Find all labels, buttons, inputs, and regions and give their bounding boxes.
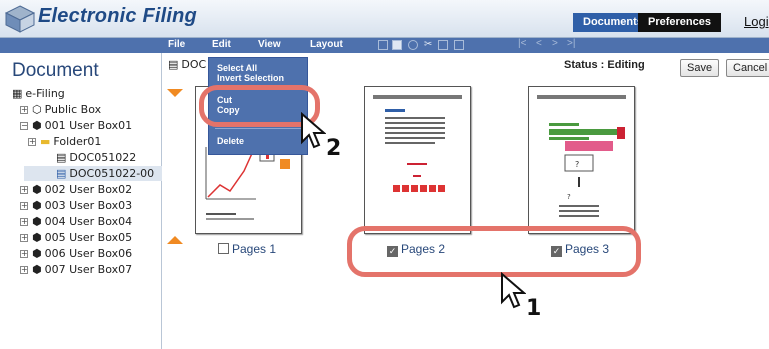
page-thumbnail-2[interactable] — [364, 86, 471, 234]
document-icon: ▤ — [168, 58, 179, 71]
collapse-icon[interactable]: − — [20, 122, 28, 130]
copy-icon[interactable] — [438, 40, 448, 50]
document-crumb: ▤ DOC — [168, 58, 207, 71]
svg-text:?: ? — [575, 160, 579, 169]
menu-separator — [215, 128, 303, 129]
user-box-icon: ⬢ — [32, 263, 42, 276]
status-text: Status : Editing — [564, 59, 645, 71]
cut-icon[interactable]: ✂ — [424, 40, 434, 50]
user-box-icon: ⬢ — [32, 119, 42, 132]
user-box-icon: ⬢ — [32, 199, 42, 212]
page-1-label[interactable]: Pages 1 — [218, 242, 276, 256]
tree-item-doc051022[interactable]: ▤ DOC051022 — [56, 150, 136, 165]
user-box-icon: ⬢ — [32, 183, 42, 196]
page-3-preview: ? ? — [537, 95, 626, 217]
tree-item-user-box06[interactable]: + ⬢ 006 User Box06 — [20, 246, 132, 261]
menu-edit[interactable]: Edit — [212, 39, 231, 50]
tree-item-user-box03[interactable]: + ⬢ 003 User Box03 — [20, 198, 132, 213]
tree-item-user-box04[interactable]: + ⬢ 004 User Box04 — [20, 214, 132, 229]
tree-item-user-box01[interactable]: − ⬢ 001 User Box01 — [20, 118, 132, 133]
tree-item-user-box02[interactable]: + ⬢ 002 User Box02 — [20, 182, 132, 197]
app-title: Electronic Filing — [38, 5, 197, 27]
expand-icon[interactable]: + — [20, 250, 28, 258]
sidebar-heading: Document — [12, 60, 99, 81]
mouse-pointer-icon — [501, 272, 526, 309]
scroll-down-arrow-icon[interactable] — [167, 89, 183, 97]
left-menubar-strip — [0, 38, 162, 53]
paste-icon[interactable] — [454, 40, 464, 50]
logout-link[interactable]: Logi — [744, 14, 769, 29]
user-box-icon: ⬢ — [32, 247, 42, 260]
tree-item-user-box05[interactable]: + ⬢ 005 User Box05 — [20, 230, 132, 245]
user-box-icon: ⬢ — [32, 231, 42, 244]
menu-delete[interactable]: Delete — [217, 136, 244, 146]
svg-text:?: ? — [567, 193, 571, 201]
expand-icon[interactable]: + — [20, 266, 28, 274]
thumbnail-view-icon[interactable] — [378, 40, 388, 50]
next-page-arrow[interactable]: > — [552, 38, 558, 49]
expand-icon[interactable]: + — [20, 218, 28, 226]
page-2-preview — [373, 95, 462, 192]
expand-icon[interactable]: + — [28, 138, 36, 146]
cancel-button[interactable]: Cancel — [726, 59, 769, 77]
efiling-icon: ▦ — [12, 87, 23, 100]
tree-item-doc051022-00[interactable]: ▤ DOC051022-00 — [24, 166, 162, 181]
page-thumbnail-3[interactable]: ? ? — [528, 86, 635, 234]
user-box-icon: ⬢ — [32, 215, 42, 228]
tree-item-folder01[interactable]: + ▬ Folder01 — [28, 134, 101, 149]
save-icon[interactable] — [392, 40, 402, 50]
document-icon: ▤ — [56, 167, 67, 180]
expand-icon[interactable]: + — [20, 186, 28, 194]
step-number-1: 1 — [526, 296, 542, 321]
first-page-arrow[interactable]: |< — [518, 38, 526, 49]
expand-icon[interactable]: + — [20, 202, 28, 210]
prev-page-arrow[interactable]: < — [536, 38, 542, 49]
mouse-pointer-icon — [301, 112, 326, 149]
menu-view[interactable]: View — [258, 39, 281, 50]
document-icon: ▤ — [56, 151, 67, 164]
tree-item-user-box07[interactable]: + ⬢ 007 User Box07 — [20, 262, 132, 277]
box-icon: ⬡ — [32, 103, 42, 116]
menu-select-all[interactable]: Select All — [217, 63, 257, 73]
tree-item-efiling[interactable]: ▦ e-Filing — [12, 86, 65, 101]
save-button[interactable]: Save — [680, 59, 720, 77]
folder-icon: ▬ — [40, 135, 51, 148]
globe-icon[interactable] — [408, 40, 418, 50]
efiling-logo-icon — [4, 5, 36, 33]
expand-icon[interactable]: + — [20, 234, 28, 242]
menubar: File Edit View Layout ✂ |< < > >| — [162, 38, 769, 53]
selected-pages-highlight — [347, 226, 641, 277]
page-1-checkbox[interactable] — [218, 243, 229, 254]
app-header: Electronic Filing Documents Preferences … — [0, 0, 769, 38]
expand-icon[interactable]: + — [20, 106, 28, 114]
tree-item-public-box[interactable]: + ⬡ Public Box — [20, 102, 101, 117]
last-page-arrow[interactable]: >| — [567, 38, 575, 49]
scroll-up-arrow-icon[interactable] — [167, 236, 183, 244]
step-number-2: 2 — [326, 136, 342, 161]
tab-preferences[interactable]: Preferences — [638, 13, 721, 32]
menu-invert-selection[interactable]: Invert Selection — [217, 73, 284, 83]
menu-layout[interactable]: Layout — [310, 39, 343, 50]
menu-file[interactable]: File — [168, 39, 185, 50]
